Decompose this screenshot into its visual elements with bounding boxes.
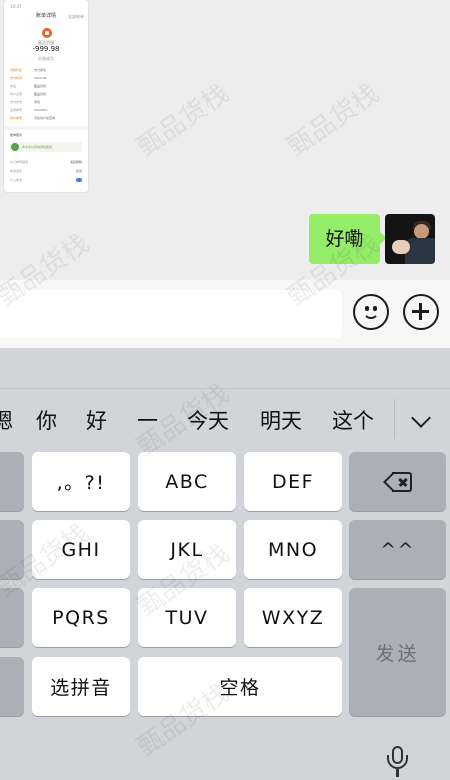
left-function-key[interactable] xyxy=(0,657,24,716)
candidate-item[interactable]: 一 xyxy=(137,389,158,453)
row-value: 可在商户处查询 xyxy=(34,116,56,120)
key-jkl[interactable]: JKL xyxy=(138,520,236,579)
thumb-energy-banner: 本次支付获得绿色能量 xyxy=(10,142,82,152)
bill-screenshot-image[interactable]: 10:47 账单详情 全部账单 甄品货栈 -999.98 交易成功 当前状态 支付… xyxy=(4,0,88,192)
left-function-key[interactable] xyxy=(0,588,24,647)
microphone-icon[interactable] xyxy=(386,746,408,780)
sent-message-bubble[interactable]: 好嘞 xyxy=(309,214,387,264)
chevron-down-icon[interactable] xyxy=(411,408,431,428)
candidate-bar: 嗯 你 好 一 今天 明天 这个 xyxy=(0,388,450,452)
row-key: 支付方式 xyxy=(10,100,23,104)
key-punctuation[interactable]: ,。?! xyxy=(32,452,130,511)
thumb-state: 交易成功 xyxy=(38,56,54,61)
key-wxyz[interactable]: WXYZ xyxy=(244,588,342,647)
candidate-item[interactable]: 今天 xyxy=(187,389,229,453)
thumb-status-time: 10:47 xyxy=(10,4,22,9)
row-value: 支付成功 xyxy=(34,68,47,72)
avatar-body xyxy=(405,238,435,264)
thumb-row: 交易单号 4200001 xyxy=(10,108,82,113)
row-value: 投诉 xyxy=(75,169,82,173)
avatar-head xyxy=(414,224,429,239)
send-button[interactable]: 发送 xyxy=(349,588,446,716)
thumb-row: 当前状态 支付成功 xyxy=(10,68,82,73)
thumb-row: 支付时间 2022-06 xyxy=(10,76,82,81)
left-function-key[interactable] xyxy=(0,520,24,579)
mouth-shape xyxy=(363,309,379,319)
thumb-row: 商品 甄品货栈 xyxy=(10,84,82,89)
shop-logo-icon xyxy=(42,28,52,38)
message-row: 好嘞 xyxy=(309,214,387,264)
thumb-amount: -999.98 xyxy=(32,45,60,53)
row-key: 申请退款 xyxy=(10,169,23,173)
row-key: 支付时间 xyxy=(10,76,23,80)
row-key: 交易单号 xyxy=(10,108,23,112)
candidate-item[interactable]: 好 xyxy=(86,389,107,453)
key-select-pinyin[interactable]: 选拼音 xyxy=(32,657,130,716)
thumb-row: 支付方式 零钱 xyxy=(10,100,82,105)
thumb-row: 计入收支 xyxy=(10,178,82,183)
input-bar xyxy=(0,280,450,348)
thumb-divider xyxy=(4,126,88,130)
key-emoticon[interactable]: ^^ xyxy=(349,520,446,579)
candidate-item[interactable]: 你 xyxy=(36,389,57,453)
plus-circle-icon[interactable] xyxy=(403,294,439,330)
avatar-baby xyxy=(392,240,410,254)
key-ghi[interactable]: GHI xyxy=(32,520,130,579)
key-tuv[interactable]: TUV xyxy=(138,588,236,647)
tree-icon xyxy=(11,143,19,151)
row-key: 当前状态 xyxy=(10,68,23,72)
key-def[interactable]: DEF xyxy=(244,452,342,511)
chat-area: 10:47 账单详情 全部账单 甄品货栈 -999.98 交易成功 当前状态 支付… xyxy=(0,0,450,280)
left-function-key[interactable] xyxy=(0,452,24,511)
key-mno[interactable]: MNO xyxy=(244,520,342,579)
row-key: 商品 xyxy=(10,84,17,88)
thumb-row: 申请退款 投诉 xyxy=(10,169,82,174)
candidate-divider xyxy=(394,399,395,439)
row-value: 甄品货栈 xyxy=(34,84,47,88)
mic-cup xyxy=(387,755,408,769)
toggle-icon xyxy=(76,178,82,182)
candidate-item[interactable]: 嗯 xyxy=(0,389,13,453)
banner-text: 本次支付获得绿色能量 xyxy=(22,145,53,149)
candidate-item[interactable]: 这个 xyxy=(332,389,374,453)
backspace-button[interactable] xyxy=(349,452,446,511)
row-value: 发起群聊 xyxy=(69,160,82,164)
backspace-icon xyxy=(382,471,412,492)
avatar[interactable] xyxy=(385,214,435,264)
row-value: 2022-06 xyxy=(34,76,47,80)
smiley-face-icon[interactable] xyxy=(353,294,389,330)
key-abc[interactable]: ABC xyxy=(138,452,236,511)
key-pqrs[interactable]: PQRS xyxy=(32,588,130,647)
mic-stem xyxy=(396,769,399,777)
candidate-item[interactable]: 明天 xyxy=(260,389,302,453)
thumb-row: 对订单有疑惑 发起群聊 xyxy=(10,160,82,165)
thumb-row: 商户全称 甄品货栈 xyxy=(10,92,82,97)
row-key: 商户单号 xyxy=(10,116,23,120)
space-key[interactable]: 空格 xyxy=(138,657,342,716)
row-key: 计入收支 xyxy=(10,178,23,182)
thumb-row: 商户单号 可在商户处查询 xyxy=(10,116,82,121)
row-value: 零钱 xyxy=(34,100,41,104)
message-input[interactable] xyxy=(0,290,342,338)
thumb-section-label: 账单服务 xyxy=(10,133,23,137)
row-value: 4200001 xyxy=(34,108,48,112)
thumb-action: 全部账单 xyxy=(68,14,84,19)
row-key: 对订单有疑惑 xyxy=(10,160,29,164)
row-key: 商户全称 xyxy=(10,92,23,96)
row-value: 甄品货栈 xyxy=(34,92,47,96)
